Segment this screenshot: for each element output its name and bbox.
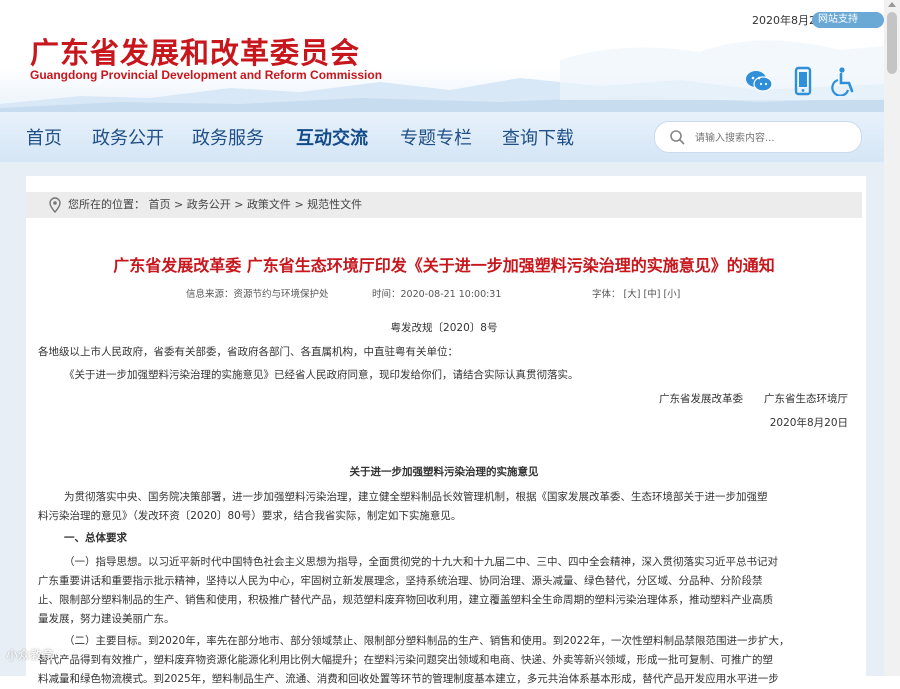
font-size-controls: 字体： [大] [中] [小] [592, 286, 680, 300]
guiding-line: 止、限制部分塑料制品的生产、销售和使用，积极推广替代产品，规范塑料废弃物回收利用… [38, 594, 773, 606]
article-source: 信息来源：资源节约与环境保护处 [186, 289, 329, 300]
watermark-text: 小众教育 [6, 648, 55, 662]
sign-date: 2020年8月20日 [769, 417, 848, 429]
site-title[interactable]: 广东省发展和改革委员会 [30, 30, 360, 72]
breadcrumb-policy-documents[interactable]: 政策文件 [247, 198, 291, 211]
article-title: 广东省发展改革委 广东省生态环境厅印发《关于进一步加强塑料污染治理的实施意见》的… [113, 256, 775, 275]
breadcrumb: 您所在的位置： 首页 > 政务公开 > 政策文件 > 规范性文件 [26, 192, 862, 218]
guiding-line: 量发展，努力建设美丽广东。 [38, 613, 175, 625]
main-nav: 首页 政务公开 政务服务 互动交流 专题专栏 查询下载 [0, 112, 884, 162]
nav-special-topics[interactable]: 专题专栏 [400, 124, 472, 150]
font-size-small[interactable]: [小] [663, 289, 680, 300]
search-box[interactable] [654, 121, 862, 153]
mobile-icon[interactable] [788, 66, 818, 96]
search-input[interactable] [693, 127, 857, 149]
site-header: 广东省发展和改革委员会 Guangdong Provincial Develop… [0, 0, 884, 112]
addressee: 各地级以上市人民政府，省委有关部委，省政府各部门、各直属机构，中直驻粤有关单位： [38, 346, 458, 358]
intro-line: 料污染治理的意见》（发改环资〔2020〕80号）要求，结合我省实际，制定如下实施… [38, 510, 462, 522]
intro-line: 为贯彻落实中央、国务院决策部署，进一步加强塑料污染治理，建立健全塑料制品长效管理… [64, 491, 768, 503]
accessibility-icon[interactable] [828, 66, 858, 96]
location-pin-icon [49, 197, 61, 213]
guiding-line: （一）指导思想。以习近平新时代中国特色社会主义思想为指导，全面贯彻党的十九大和十… [64, 556, 778, 568]
signers: 广东省发展改革委 广东省生态环境厅 [659, 393, 848, 405]
goal-line: 替代产品得到有效推广，塑料废弃物资源化能源化利用比例大幅提升；在塑料污染问题突出… [38, 654, 773, 666]
header-date: 2020年8月2 [752, 14, 816, 27]
site-subtitle: Guangdong Provincial Development and Ref… [30, 68, 383, 82]
guiding-line: 广东重要讲话和重要指示批示精神，坚持以人民为中心，牢固树立新发展理念，坚持系统治… [38, 575, 763, 587]
nav-interaction[interactable]: 互动交流 [296, 124, 368, 150]
font-size-large[interactable]: [大] [624, 289, 641, 300]
article-container: 您所在的位置： 首页 > 政务公开 > 政策文件 > 规范性文件 广东省发展改革… [26, 176, 866, 685]
font-size-label: 字体： [592, 289, 621, 300]
ipv6-badge[interactable]: 网站支持IPv6 [812, 12, 884, 41]
nav-query-download[interactable]: 查询下载 [502, 124, 574, 150]
breadcrumb-government-affairs[interactable]: 政务公开 [187, 198, 231, 211]
font-size-medium[interactable]: [中] [644, 289, 661, 300]
scroll-up-arrow-icon[interactable] [888, 2, 896, 7]
goal-line: 料减量和绿色物流模式。到2025年，塑料制品生产、流通、消费和回收处置等环节的管… [38, 673, 779, 685]
scrollbar-thumb[interactable] [887, 12, 897, 74]
heading-general-requirements: 一、总体要求 [64, 532, 127, 544]
breadcrumb-home[interactable]: 首页 [149, 198, 171, 211]
goal-line: （二）主要目标。到2020年，率先在部分地市、部分领域禁止、限制部分塑料制品的生… [64, 635, 790, 647]
document-number: 粤发改规〔2020〕8号 [390, 322, 498, 334]
search-icon[interactable] [669, 129, 685, 145]
article-time: 时间：2020-08-21 10:00:31 [372, 289, 502, 300]
breadcrumb-trail: 您所在的位置： 首页 > 政务公开 > 政策文件 > 规范性文件 [68, 192, 362, 218]
nav-home[interactable]: 首页 [26, 124, 62, 150]
nav-government-services[interactable]: 政务服务 [192, 124, 264, 150]
breadcrumb-prefix: 您所在的位置： [68, 198, 145, 211]
nav-government-affairs[interactable]: 政务公开 [92, 124, 164, 150]
section-title: 关于进一步加强塑料污染治理的实施意见 [349, 466, 539, 478]
breadcrumb-separator: > [174, 198, 184, 211]
breadcrumb-separator: > [234, 198, 244, 211]
breadcrumb-normative-documents[interactable]: 规范性文件 [307, 198, 362, 211]
wechat-icon[interactable] [744, 66, 774, 96]
vertical-scrollbar[interactable] [884, 0, 900, 676]
body-paragraph: 《关于进一步加强塑料污染治理的实施意见》已经省人民政府同意，现印发给你们，请结合… [64, 369, 579, 381]
breadcrumb-separator: > [294, 198, 304, 211]
